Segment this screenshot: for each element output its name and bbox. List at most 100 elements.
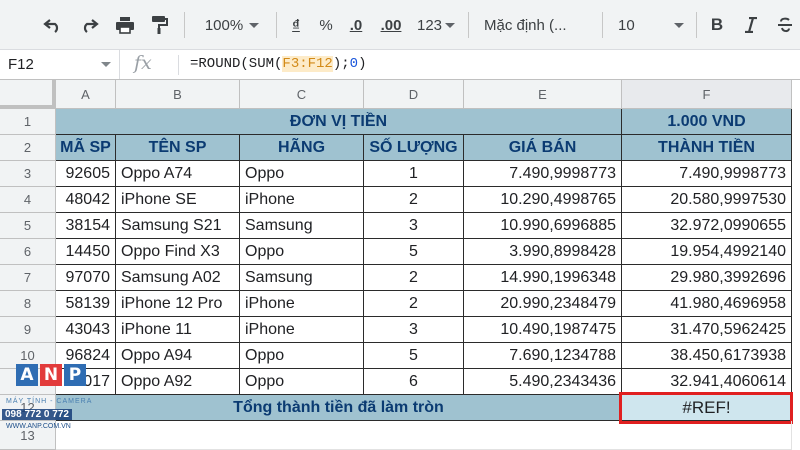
- header-cell[interactable]: SỐ LƯỢNG: [364, 135, 464, 161]
- product-code-cell[interactable]: 97070: [56, 265, 116, 291]
- product-name-cell[interactable]: Oppo A94: [116, 343, 240, 369]
- row-header[interactable]: 7: [0, 265, 56, 291]
- brand-cell[interactable]: Samsung: [240, 265, 364, 291]
- product-name-cell[interactable]: iPhone 11: [116, 317, 240, 343]
- font-family-select[interactable]: Mặc định (...: [476, 9, 594, 41]
- amount-cell[interactable]: 38.450,6173938: [622, 343, 792, 369]
- header-cell[interactable]: TÊN SP: [116, 135, 240, 161]
- logo-phone: 098 772 0 772: [2, 409, 72, 420]
- column-header-f[interactable]: F: [622, 80, 792, 109]
- price-cell[interactable]: 20.990,2348479: [464, 291, 622, 317]
- product-name-cell[interactable]: iPhone 12 Pro: [116, 291, 240, 317]
- zoom-select[interactable]: 100%: [196, 9, 268, 41]
- product-code-cell[interactable]: 38154: [56, 213, 116, 239]
- brand-cell[interactable]: iPhone: [240, 317, 364, 343]
- column-header-b[interactable]: B: [116, 80, 240, 109]
- row-header[interactable]: 8: [0, 291, 56, 317]
- row-header[interactable]: 4: [0, 187, 56, 213]
- header-cell[interactable]: THÀNH TIỀN: [622, 135, 792, 161]
- column-header-a[interactable]: A: [56, 80, 116, 109]
- price-cell[interactable]: 10.290,4998765: [464, 187, 622, 213]
- logo-letter: P: [64, 364, 86, 386]
- bold-button[interactable]: B: [704, 9, 730, 41]
- column-header-d[interactable]: D: [364, 80, 464, 109]
- percent-format-button[interactable]: %: [314, 9, 338, 41]
- column-header-e[interactable]: E: [464, 80, 622, 109]
- formula-input[interactable]: =ROUND(SUM(F3:F12);0): [190, 56, 366, 72]
- header-cell[interactable]: HÃNG: [240, 135, 364, 161]
- quantity-cell[interactable]: 2: [364, 265, 464, 291]
- total-label-cell[interactable]: Tổng thành tiền đã làm tròn: [56, 395, 622, 421]
- product-code-cell[interactable]: 92605: [56, 161, 116, 187]
- empty-row[interactable]: [56, 421, 792, 450]
- select-all-corner[interactable]: [0, 80, 56, 109]
- brand-cell[interactable]: Oppo: [240, 343, 364, 369]
- title-value-cell[interactable]: 1.000 VND: [622, 109, 792, 135]
- product-name-cell[interactable]: Oppo Find X3: [116, 239, 240, 265]
- header-cell[interactable]: MÃ SP: [56, 135, 116, 161]
- chevron-down-icon: [674, 22, 684, 28]
- redo-icon[interactable]: [74, 9, 104, 41]
- brand-cell[interactable]: Oppo: [240, 161, 364, 187]
- product-code-cell[interactable]: 43043: [56, 317, 116, 343]
- column-header-c[interactable]: C: [240, 80, 364, 109]
- row-header[interactable]: 2: [0, 135, 56, 161]
- strikethrough-button[interactable]: [772, 9, 798, 41]
- brand-cell[interactable]: Oppo: [240, 369, 364, 395]
- amount-cell[interactable]: 20.580,9997530: [622, 187, 792, 213]
- currency-format-button[interactable]: ₫: [284, 9, 308, 41]
- amount-cell[interactable]: 31.470,5962425: [622, 317, 792, 343]
- quantity-cell[interactable]: 3: [364, 317, 464, 343]
- row-header[interactable]: 5: [0, 213, 56, 239]
- paint-format-icon[interactable]: [144, 9, 174, 41]
- product-code-cell[interactable]: 48042: [56, 187, 116, 213]
- italic-button[interactable]: [738, 9, 764, 41]
- amount-cell[interactable]: 32.972,0990655: [622, 213, 792, 239]
- product-name-cell[interactable]: Samsung S21: [116, 213, 240, 239]
- quantity-cell[interactable]: 3: [364, 213, 464, 239]
- name-box[interactable]: F12: [0, 50, 120, 79]
- chevron-down-icon: [101, 62, 111, 67]
- price-cell[interactable]: 10.490,1987475: [464, 317, 622, 343]
- product-name-cell[interactable]: Oppo A74: [116, 161, 240, 187]
- brand-cell[interactable]: iPhone: [240, 291, 364, 317]
- amount-cell[interactable]: 29.980,3992696: [622, 265, 792, 291]
- header-cell[interactable]: GIÁ BÁN: [464, 135, 622, 161]
- quantity-cell[interactable]: 5: [364, 343, 464, 369]
- product-code-cell[interactable]: 58139: [56, 291, 116, 317]
- currency-icon: ₫: [292, 16, 300, 34]
- print-icon[interactable]: [110, 9, 140, 41]
- price-cell[interactable]: 14.990,1996348: [464, 265, 622, 291]
- quantity-cell[interactable]: 2: [364, 187, 464, 213]
- row-header[interactable]: 3: [0, 161, 56, 187]
- product-name-cell[interactable]: Samsung A02: [116, 265, 240, 291]
- quantity-cell[interactable]: 2: [364, 291, 464, 317]
- amount-cell[interactable]: 19.954,4992140: [622, 239, 792, 265]
- increase-decimal-button[interactable]: .00: [376, 9, 406, 41]
- formula-bar: F12 fx =ROUND(SUM(F3:F12);0): [0, 50, 800, 80]
- row-header[interactable]: 1: [0, 109, 56, 135]
- font-size-select[interactable]: 10: [610, 9, 692, 41]
- product-code-cell[interactable]: 14450: [56, 239, 116, 265]
- row-header[interactable]: 6: [0, 239, 56, 265]
- quantity-cell[interactable]: 5: [364, 239, 464, 265]
- price-cell[interactable]: 7.490,9998773: [464, 161, 622, 187]
- row-header[interactable]: 9: [0, 317, 56, 343]
- undo-icon[interactable]: [38, 9, 68, 41]
- brand-cell[interactable]: Oppo: [240, 239, 364, 265]
- amount-cell[interactable]: 41.980,4696958: [622, 291, 792, 317]
- decrease-decimal-button[interactable]: .0: [344, 9, 368, 41]
- price-cell[interactable]: 10.990,6996885: [464, 213, 622, 239]
- quantity-cell[interactable]: 6: [364, 369, 464, 395]
- product-name-cell[interactable]: iPhone SE: [116, 187, 240, 213]
- price-cell[interactable]: 5.490,2343436: [464, 369, 622, 395]
- amount-cell[interactable]: 7.490,9998773: [622, 161, 792, 187]
- brand-cell[interactable]: iPhone: [240, 187, 364, 213]
- product-name-cell[interactable]: Oppo A92: [116, 369, 240, 395]
- title-unit-cell[interactable]: ĐƠN VỊ TIỀN: [56, 109, 622, 135]
- price-cell[interactable]: 3.990,8998428: [464, 239, 622, 265]
- price-cell[interactable]: 7.690,1234788: [464, 343, 622, 369]
- brand-cell[interactable]: Samsung: [240, 213, 364, 239]
- quantity-cell[interactable]: 1: [364, 161, 464, 187]
- number-format-select[interactable]: 123: [412, 9, 460, 41]
